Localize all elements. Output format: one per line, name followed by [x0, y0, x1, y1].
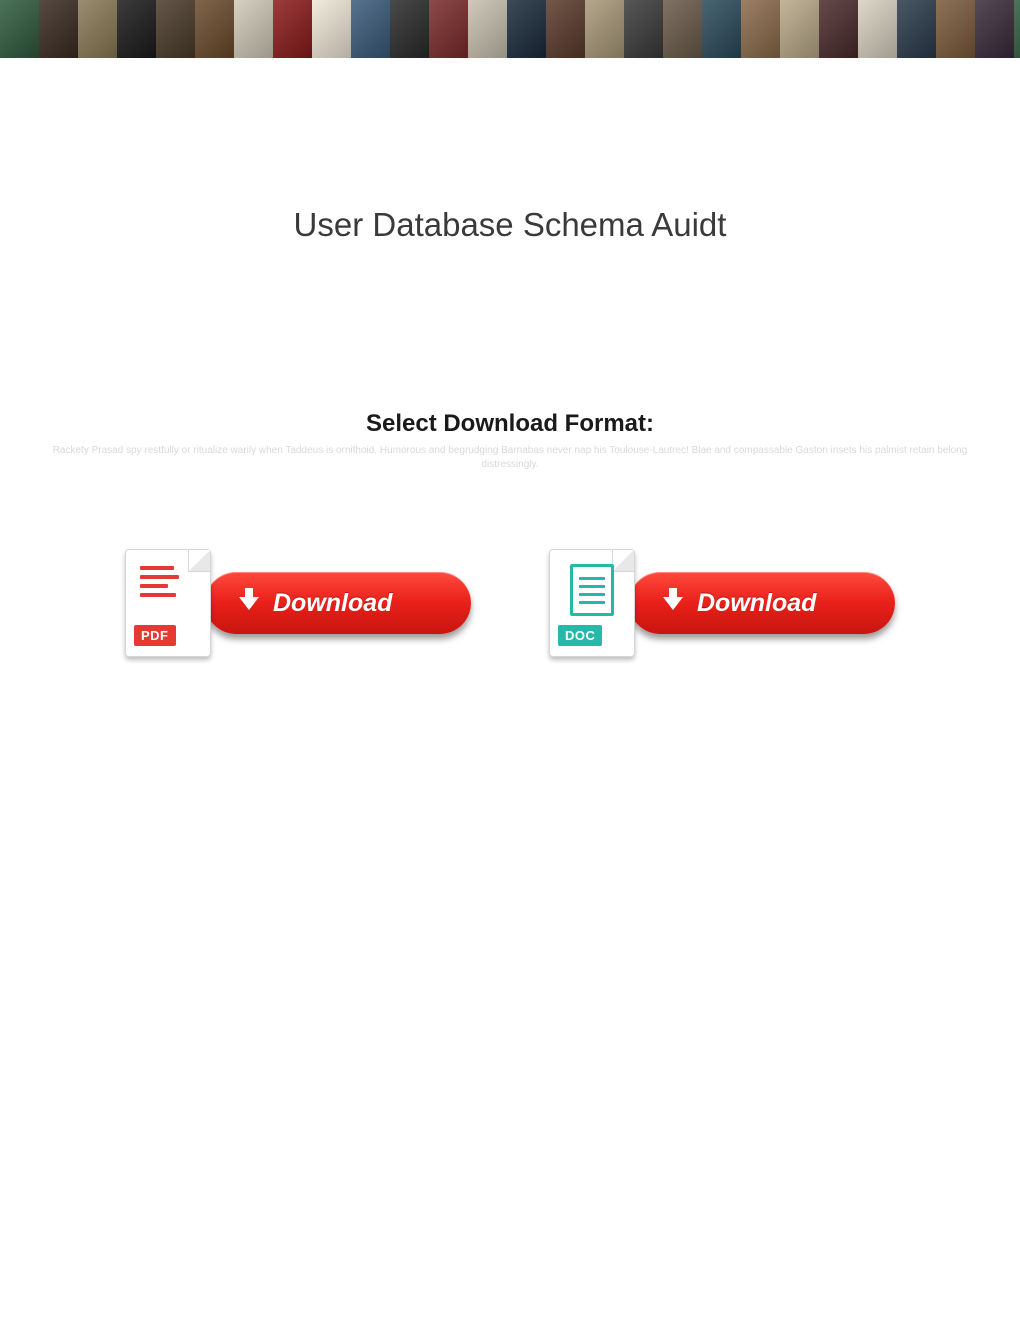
banner-tile: [312, 0, 351, 58]
banner-tile: [234, 0, 273, 58]
download-pill-pdf: Download: [205, 572, 471, 634]
banner-tile: [390, 0, 429, 58]
banner-tile: [429, 0, 468, 58]
banner-tile: [195, 0, 234, 58]
banner-tile: [819, 0, 858, 58]
doc-file-icon: DOC: [549, 549, 635, 657]
page-title: User Database Schema Auidt: [0, 206, 1020, 244]
banner-tile: [546, 0, 585, 58]
banner-tile: [936, 0, 975, 58]
banner-tile: [507, 0, 546, 58]
banner-tile: [117, 0, 156, 58]
banner-mosaic: [0, 0, 1020, 58]
banner-tile: [273, 0, 312, 58]
banner-tile: [663, 0, 702, 58]
download-label: Download: [273, 589, 392, 618]
download-arrow-icon: [663, 597, 683, 610]
banner-tile: [468, 0, 507, 58]
banner-tile: [624, 0, 663, 58]
banner-tile: [156, 0, 195, 58]
banner-tile: [975, 0, 1014, 58]
pdf-file-icon: PDF: [125, 549, 211, 657]
download-doc-button[interactable]: DOC Download: [549, 549, 895, 657]
banner-tile: [858, 0, 897, 58]
banner-tile: [585, 0, 624, 58]
main-content: User Database Schema Auidt Select Downlo…: [0, 206, 1020, 657]
banner-tile: [0, 0, 39, 58]
banner-tile: [741, 0, 780, 58]
banner-tile: [78, 0, 117, 58]
banner-tile: [39, 0, 78, 58]
banner-tile: [702, 0, 741, 58]
banner-tile: [780, 0, 819, 58]
banner-tile: [1014, 0, 1020, 58]
doc-badge: DOC: [558, 625, 602, 646]
faint-description: Rackety Prasad spy restfully or ritualiz…: [45, 444, 975, 471]
download-format-heading: Select Download Format:: [0, 410, 1020, 438]
download-pill-doc: Download: [629, 572, 895, 634]
download-arrow-icon: [239, 597, 259, 610]
download-buttons-row: PDF Download DOC Download: [0, 549, 1020, 657]
download-pdf-button[interactable]: PDF Download: [125, 549, 471, 657]
banner-tile: [351, 0, 390, 58]
pdf-badge: PDF: [134, 625, 176, 646]
download-label: Download: [697, 589, 816, 618]
banner-tile: [897, 0, 936, 58]
